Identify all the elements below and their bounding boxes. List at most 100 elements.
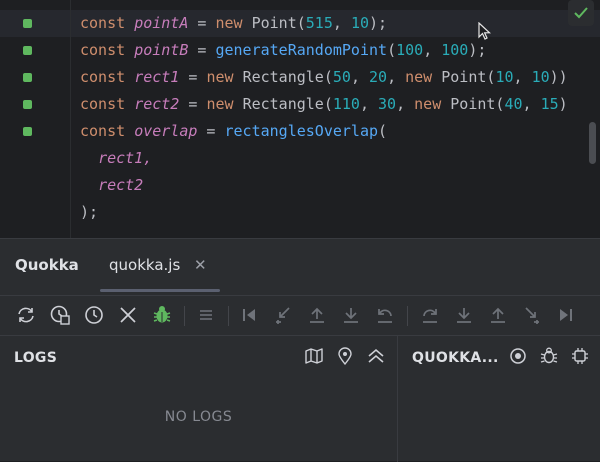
- step-over-icon[interactable]: [419, 304, 441, 326]
- token: rect2: [134, 95, 180, 113]
- toolbar-separator: [228, 306, 229, 326]
- coverage-marker: [23, 19, 32, 28]
- code-editor[interactable]: const pointA = new Point(515, 10); const…: [0, 0, 600, 238]
- token: =: [179, 95, 207, 113]
- step-back-icon[interactable]: [238, 304, 260, 326]
- active-tab-indicator: [100, 289, 220, 292]
- token: 40: [504, 95, 523, 113]
- refresh-icon[interactable]: [15, 304, 37, 326]
- token: generateRandomPoint: [215, 41, 388, 59]
- token: =: [188, 14, 216, 32]
- code-line[interactable]: );: [80, 199, 600, 226]
- coverage-marker: [23, 127, 32, 136]
- inspection-ok-icon[interactable]: [568, 0, 594, 26]
- token: Rectangle(: [242, 95, 333, 113]
- token: new: [215, 14, 252, 32]
- code-line[interactable]: const overlap = rectanglesOverlap(: [80, 118, 600, 145]
- quokka-panel: QUOKKA...: [398, 336, 600, 462]
- token: (: [378, 122, 388, 140]
- step-in-icon[interactable]: [340, 304, 362, 326]
- token: const: [80, 95, 135, 113]
- location-pin-icon[interactable]: [335, 346, 355, 366]
- token: new: [206, 68, 243, 86]
- token: 10: [350, 14, 369, 32]
- clock-icon[interactable]: [83, 304, 105, 326]
- token: 100: [396, 41, 424, 59]
- code-area[interactable]: const pointA = new Point(515, 10); const…: [80, 10, 600, 226]
- step-into-icon[interactable]: [453, 304, 475, 326]
- step-out-forward-icon[interactable]: [487, 304, 509, 326]
- token: =: [197, 122, 225, 140]
- token: Point(: [441, 68, 496, 86]
- tool-window-tabbar: Quokka quokka.js ✕: [0, 239, 600, 293]
- step-into-back-icon[interactable]: [272, 304, 294, 326]
- token: rect2: [98, 176, 144, 194]
- token: 15: [540, 95, 559, 113]
- token: ,: [387, 68, 406, 86]
- token: Point(: [450, 95, 505, 113]
- gutter-divider: [70, 0, 71, 238]
- debug-bug-icon[interactable]: [151, 304, 173, 326]
- coverage-marker: [23, 46, 32, 55]
- token: rect1: [134, 68, 180, 86]
- toolbar-separator: [184, 306, 185, 326]
- map-icon[interactable]: [304, 346, 324, 366]
- tab-quokka-js[interactable]: quokka.js: [109, 256, 180, 274]
- tool-window-title: Quokka: [15, 256, 79, 274]
- token: ,: [350, 68, 369, 86]
- step-over-back-icon[interactable]: [374, 304, 396, 326]
- token: ,: [513, 68, 532, 86]
- token: ,: [332, 14, 351, 32]
- token: 515: [305, 14, 333, 32]
- token: const: [80, 41, 135, 59]
- token: );: [369, 14, 388, 32]
- token: rect1,: [98, 149, 153, 167]
- token: 110: [332, 95, 360, 113]
- collapse-all-icon[interactable]: [366, 346, 386, 366]
- code-line[interactable]: const pointA = new Point(515, 10);: [80, 10, 600, 37]
- timer-file-icon[interactable]: [49, 304, 71, 326]
- token: 10: [531, 68, 550, 86]
- token: );: [468, 41, 487, 59]
- logs-panel: LOGS NO LOGS: [0, 336, 397, 462]
- record-stop-icon[interactable]: [508, 346, 528, 366]
- token: ): [558, 95, 568, 113]
- code-line[interactable]: rect2: [80, 172, 600, 199]
- code-line[interactable]: const rect1 = new Rectangle(50, 20, new …: [80, 64, 600, 91]
- coverage-marker: [23, 73, 32, 82]
- token: 100: [441, 41, 469, 59]
- token: ,: [522, 95, 541, 113]
- quokka-tool-window: Quokka quokka.js ✕ LOGS NO LOGS QUOKKA..…: [0, 238, 600, 462]
- quokka-panels: LOGS NO LOGS QUOKKA...: [0, 335, 600, 462]
- tab-close-icon[interactable]: ✕: [194, 256, 207, 274]
- step-forward-icon[interactable]: [555, 304, 577, 326]
- no-logs-message: NO LOGS: [164, 409, 233, 425]
- token: ,: [359, 95, 379, 113]
- cpu-chip-icon[interactable]: [570, 346, 590, 366]
- mouse-cursor-icon: [478, 22, 492, 40]
- editor-scrollbar[interactable]: [589, 122, 596, 164]
- token: Rectangle(: [242, 68, 333, 86]
- token: )): [549, 68, 568, 86]
- token: 30: [378, 95, 397, 113]
- token: Point(: [251, 14, 306, 32]
- logs-title: LOGS: [14, 350, 58, 366]
- token: new: [414, 95, 451, 113]
- token: ,: [423, 41, 442, 59]
- list-icon[interactable]: [195, 304, 217, 326]
- step-out-icon[interactable]: [306, 304, 328, 326]
- editor-gutter: [0, 0, 70, 238]
- token: pointB: [134, 41, 189, 59]
- step-into-forward-icon[interactable]: [521, 304, 543, 326]
- token: 20: [369, 68, 388, 86]
- stop-icon[interactable]: [117, 304, 139, 326]
- code-line[interactable]: const pointB = generateRandomPoint(100, …: [80, 37, 600, 64]
- token: const: [80, 68, 135, 86]
- bug-icon[interactable]: [539, 346, 559, 366]
- code-line[interactable]: const rect2 = new Rectangle(110, 30, new…: [80, 91, 600, 118]
- token: (: [387, 41, 397, 59]
- token: const: [80, 122, 135, 140]
- coverage-marker: [23, 100, 32, 109]
- code-line[interactable]: rect1,: [80, 145, 600, 172]
